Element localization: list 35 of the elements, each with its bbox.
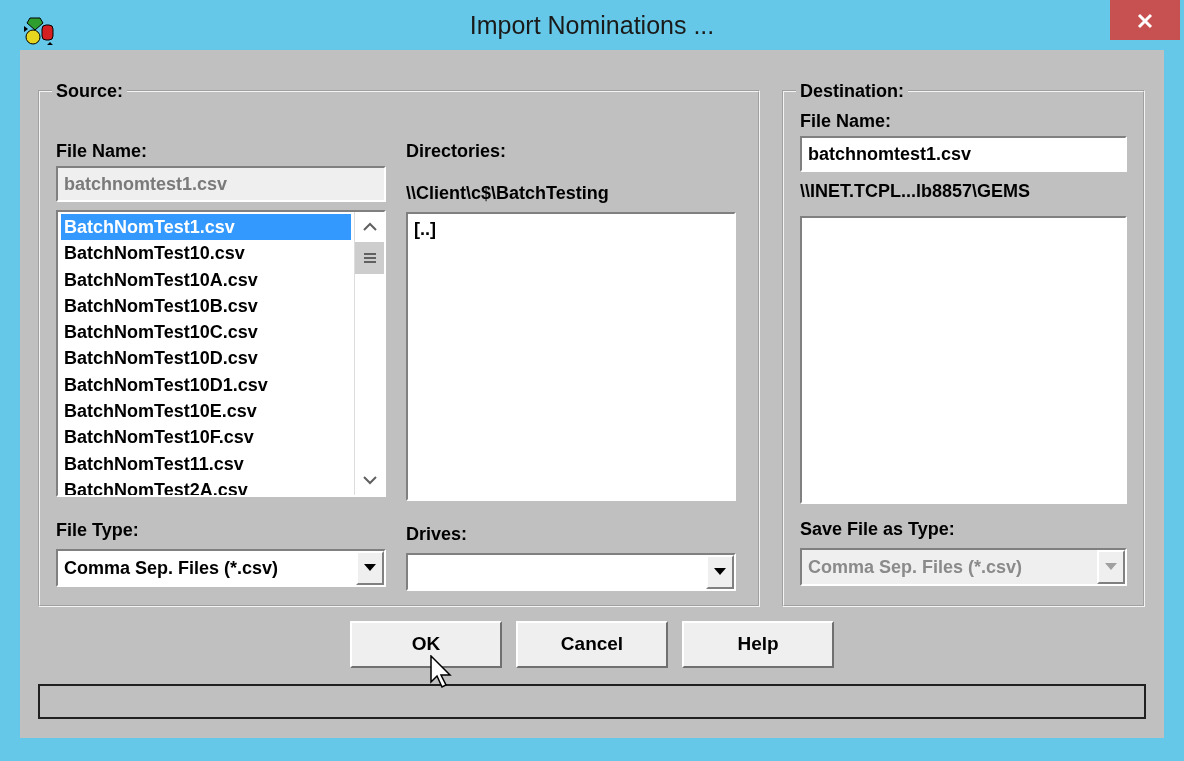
- dropdown-arrow-icon: [364, 564, 376, 572]
- mouse-pointer-icon: [430, 655, 454, 689]
- dialog-button[interactable]: Cancel: [516, 621, 668, 668]
- directory-path: \\INET.TCPL...lb8857\GEMS: [800, 180, 1032, 202]
- scrollbar[interactable]: [354, 212, 384, 495]
- file-list-item[interactable]: BatchNomTest10F.csv: [61, 424, 351, 451]
- directory-item[interactable]: [..]: [411, 216, 731, 243]
- file-list-item[interactable]: BatchNomTest10C.csv: [61, 319, 351, 346]
- close-icon: [1137, 13, 1153, 30]
- file-list-item[interactable]: BatchNomTest10E.csv: [61, 398, 351, 425]
- file-list-item[interactable]: BatchNomTest11.csv: [61, 450, 351, 477]
- field-label: File Type:: [56, 519, 140, 541]
- drives-dropdown[interactable]: [406, 553, 736, 591]
- file-list-item[interactable]: BatchNomTest10D.csv: [61, 345, 351, 372]
- group-title: Source:: [55, 80, 125, 102]
- dialog-button[interactable]: Help: [682, 621, 834, 668]
- file-list-item[interactable]: BatchNomTest10.csv: [61, 240, 351, 267]
- field-label: File Name:: [800, 110, 893, 132]
- group-title: Destination:: [799, 80, 905, 102]
- dropdown-arrow-icon: [1105, 563, 1117, 571]
- directory-path: \\Client\c$\BatchTesting: [406, 182, 610, 204]
- scroll-thumb[interactable]: [355, 242, 384, 274]
- app-icon: [22, 16, 56, 46]
- file-list-item[interactable]: BatchNomTest10B.csv: [61, 292, 351, 320]
- window-title: Import Nominations ...: [469, 11, 715, 39]
- close-button[interactable]: [1110, 0, 1180, 40]
- file-list-item[interactable]: BatchNomTest10A.csv: [61, 266, 351, 293]
- file-type-dropdown[interactable]: Comma Sep. Files (*.csv): [56, 549, 386, 587]
- field-label: Save File as Type:: [800, 518, 956, 540]
- field-label: Drives:: [406, 523, 469, 545]
- file-list-item[interactable]: BatchNomTest10D1.csv: [61, 371, 351, 399]
- file-name-field[interactable]: batchnomtest1.csv: [800, 136, 1127, 172]
- dropdown-arrow-icon: [714, 568, 726, 576]
- field-label: Directories:: [406, 140, 508, 162]
- field-label: File Name:: [56, 140, 149, 162]
